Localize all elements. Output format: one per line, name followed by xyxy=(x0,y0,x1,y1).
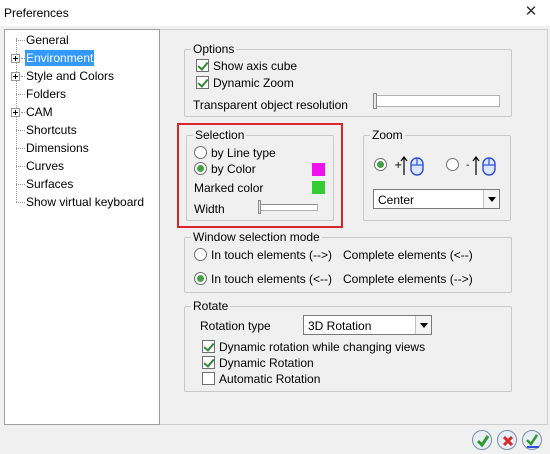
rotation-type-value: 3D Rotation xyxy=(308,319,372,333)
radio-unchecked-icon[interactable] xyxy=(446,158,459,172)
zoom-legend: Zoom xyxy=(370,128,405,142)
checkbox-checked-icon[interactable] xyxy=(202,356,215,369)
window-mode-option-1-radio[interactable]: In touch elements (-->) xyxy=(194,247,332,263)
automatic-rotation-label: Automatic Rotation xyxy=(219,372,321,386)
tree-item-label: Folders xyxy=(26,87,67,101)
dynamic-rotation-label: Dynamic Rotation xyxy=(219,356,314,370)
expand-icon[interactable] xyxy=(11,72,20,81)
svg-text:+: + xyxy=(394,160,402,171)
dynamic-rotation-changing-views-checkbox[interactable]: Dynamic rotation while changing views xyxy=(202,339,425,355)
checkbox-unchecked-icon[interactable] xyxy=(202,372,215,385)
dynamic-zoom-checkbox[interactable]: Dynamic Zoom xyxy=(196,75,294,91)
checkbox-checked-icon[interactable] xyxy=(202,340,215,353)
radio-checked-icon[interactable] xyxy=(194,272,207,285)
close-icon[interactable] xyxy=(524,4,538,20)
tree-item-label: CAM xyxy=(26,105,53,119)
chevron-down-icon[interactable] xyxy=(415,316,431,334)
mouse-wheel-minus-up-icon: - xyxy=(466,156,497,176)
window-mode-option-1-right: Complete elements (<--) xyxy=(343,248,473,262)
window-selection-legend: Window selection mode xyxy=(191,230,322,244)
cancel-button[interactable] xyxy=(497,430,517,450)
dynamic-zoom-label: Dynamic Zoom xyxy=(213,76,294,90)
slider-thumb[interactable] xyxy=(373,93,377,109)
category-tree: General Environment Style and Colors Fol… xyxy=(4,29,160,425)
transparent-resolution-slider[interactable] xyxy=(373,93,500,109)
title-bar: Preferences xyxy=(0,0,550,26)
rotation-type-select[interactable]: 3D Rotation xyxy=(303,315,432,335)
window-mode-option-1-left: In touch elements (-->) xyxy=(211,248,333,262)
chevron-down-icon[interactable] xyxy=(483,190,499,208)
rotation-type-label: Rotation type xyxy=(200,319,271,333)
zoom-center-select[interactable]: Center xyxy=(373,189,500,209)
tree-item-label: Curves xyxy=(26,159,65,173)
radio-checked-icon[interactable] xyxy=(374,158,387,172)
dynamic-rotation-changing-views-label: Dynamic rotation while changing views xyxy=(219,340,426,354)
ok-button[interactable] xyxy=(472,430,492,450)
radio-unchecked-icon[interactable] xyxy=(194,248,207,261)
options-legend: Options xyxy=(191,42,237,56)
automatic-rotation-checkbox[interactable]: Automatic Rotation xyxy=(202,371,320,387)
zoom-direction-down-radio[interactable]: - xyxy=(446,155,498,177)
save-check-icon xyxy=(526,434,539,448)
cross-icon xyxy=(502,435,514,447)
highlight-box xyxy=(177,123,343,228)
tree-item-label: Environment xyxy=(25,50,95,66)
tree-item-label: Dimensions xyxy=(26,141,89,155)
apply-button[interactable] xyxy=(522,430,542,450)
tree-item-label: Style and Colors xyxy=(26,69,115,83)
transparent-resolution-label: Transparent object resolution xyxy=(193,98,348,112)
checkmark-icon xyxy=(476,435,490,448)
window-mode-option-2-radio[interactable]: In touch elements (<--) xyxy=(194,271,332,287)
tree-item-label: General xyxy=(26,33,69,47)
rotate-legend: Rotate xyxy=(191,299,231,313)
checkbox-checked-icon[interactable] xyxy=(196,76,209,89)
window-mode-option-2-left: In touch elements (<--) xyxy=(211,272,333,286)
svg-text:-: - xyxy=(466,160,470,171)
tree-item-label: Shortcuts xyxy=(26,123,77,137)
checkbox-checked-icon[interactable] xyxy=(196,59,209,72)
zoom-direction-up-radio[interactable]: + xyxy=(374,155,426,177)
expand-icon[interactable] xyxy=(11,108,20,117)
window-title: Preferences xyxy=(4,6,69,20)
zoom-center-value: Center xyxy=(378,193,415,207)
dynamic-rotation-checkbox[interactable]: Dynamic Rotation xyxy=(202,355,314,371)
show-axis-cube-checkbox[interactable]: Show axis cube xyxy=(196,58,297,74)
tree-item-label: Show virtual keyboard xyxy=(26,195,145,209)
window-mode-option-2-right: Complete elements (-->) xyxy=(343,272,473,286)
show-axis-cube-label: Show axis cube xyxy=(213,59,298,73)
expand-icon[interactable] xyxy=(11,54,20,63)
mouse-wheel-plus-up-icon: + xyxy=(394,156,425,176)
tree-item-label: Surfaces xyxy=(26,177,74,191)
